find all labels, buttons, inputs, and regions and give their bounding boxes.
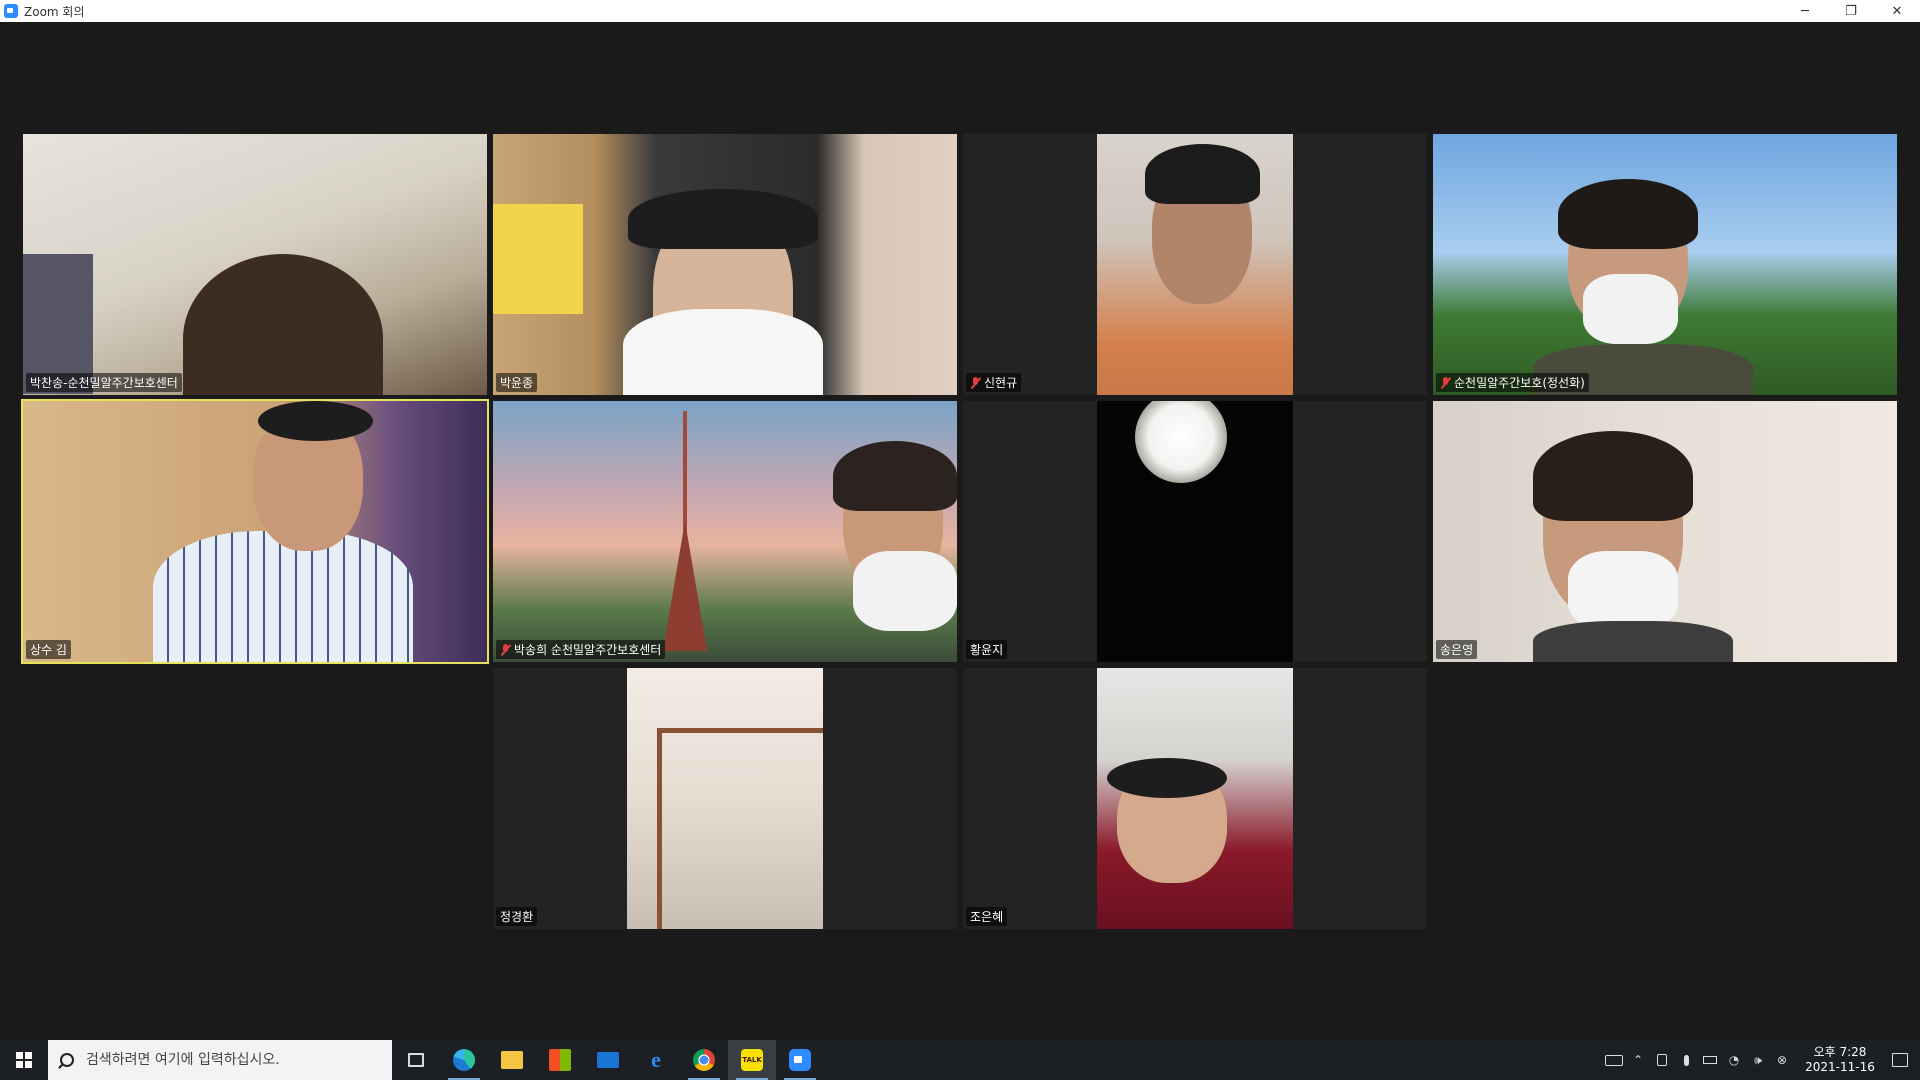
zoom-icon — [789, 1049, 811, 1071]
kakaotalk-button[interactable]: TALK — [728, 1040, 776, 1080]
participant-tile[interactable]: 박찬송-순천밀알주간보호센터 — [23, 134, 487, 395]
windows-taskbar: e TALK ⌃ ◔ 🕪 ⊗ 오후 7:28 2021-11-16 — [0, 1040, 1920, 1080]
chrome-icon — [693, 1049, 715, 1071]
participant-video — [23, 401, 487, 662]
disconnect-icon[interactable]: ⊗ — [1770, 1040, 1794, 1080]
minimize-button[interactable]: ─ — [1782, 0, 1828, 22]
internet-explorer-icon: e — [651, 1047, 661, 1072]
participant-tile[interactable]: 신현규 — [963, 134, 1427, 395]
participant-video — [1433, 401, 1897, 662]
participant-video — [493, 401, 957, 662]
search-input[interactable] — [86, 1052, 376, 1068]
restore-button[interactable]: ❐ — [1828, 0, 1874, 22]
wifi-icon[interactable]: ◔ — [1722, 1040, 1746, 1080]
participant-name-tag: 정경환 — [496, 907, 538, 926]
windows-logo-icon — [16, 1052, 32, 1068]
participant-name-tag: 순천밀알주간보호(정선화) — [1436, 373, 1589, 392]
keyboard-icon[interactable] — [1602, 1040, 1626, 1080]
window-titlebar: Zoom 회의 ─ ❐ ✕ — [0, 0, 1920, 22]
participant-tile[interactable]: 박송희 순천밀알주간보호센터 — [493, 401, 957, 662]
zoom-taskbar-button[interactable] — [776, 1040, 824, 1080]
participant-name: 조은혜 — [970, 910, 1004, 924]
camera-icon[interactable] — [1650, 1040, 1674, 1080]
participant-name: 상수 김 — [30, 643, 67, 657]
mail-icon — [597, 1052, 619, 1068]
muted-mic-icon — [500, 643, 511, 656]
participant-tile[interactable]: 황윤지 — [963, 401, 1427, 662]
folder-icon — [501, 1051, 523, 1069]
microphone-icon[interactable] — [1674, 1040, 1698, 1080]
internet-explorer-button[interactable]: e — [632, 1040, 680, 1080]
participant-video — [23, 134, 487, 395]
kakaotalk-label: TALK — [742, 1056, 762, 1064]
start-button[interactable] — [0, 1040, 48, 1080]
system-tray: ⌃ ◔ 🕪 ⊗ 오후 7:28 2021-11-16 — [1602, 1040, 1920, 1080]
edge-icon — [453, 1049, 475, 1071]
task-view-icon — [408, 1053, 424, 1067]
zoom-app-icon — [4, 4, 18, 18]
participant-tile[interactable]: 송은영 — [1433, 401, 1897, 662]
participant-video — [1097, 668, 1293, 929]
edge-button[interactable] — [440, 1040, 488, 1080]
close-button[interactable]: ✕ — [1874, 0, 1920, 22]
clock-time: 오후 7:28 — [1813, 1045, 1867, 1059]
participant-name-tag: 황윤지 — [966, 640, 1008, 659]
participant-tile-active-speaker[interactable]: 상수 김 — [21, 399, 489, 664]
participant-name: 황윤지 — [970, 643, 1004, 657]
participant-name: 정경환 — [500, 910, 534, 924]
participant-tile[interactable]: 박윤종 — [493, 134, 957, 395]
participant-name-tag: 박윤종 — [496, 373, 538, 392]
participant-video — [493, 134, 957, 395]
file-explorer-button[interactable] — [488, 1040, 536, 1080]
participant-name-tag: 송은영 — [1436, 640, 1478, 659]
participant-video — [1097, 401, 1293, 662]
store-icon — [549, 1049, 571, 1071]
taskbar-search[interactable] — [48, 1040, 392, 1080]
taskbar-clock[interactable]: 오후 7:28 2021-11-16 — [1800, 1045, 1880, 1075]
store-button[interactable] — [536, 1040, 584, 1080]
participant-name: 박찬송-순천밀알주간보호센터 — [30, 376, 178, 390]
battery-icon[interactable] — [1698, 1040, 1722, 1080]
participant-video — [627, 668, 823, 929]
gallery-view: 박찬송-순천밀알주간보호센터 박윤종 신현규 순천밀알주간보호(정선화) 상수 … — [0, 22, 1920, 1040]
participant-tile[interactable]: 정경환 — [493, 668, 957, 929]
notification-center-button[interactable] — [1880, 1040, 1920, 1080]
participant-name: 박송희 순천밀알주간보호센터 — [514, 643, 662, 657]
window-controls: ─ ❐ ✕ — [1782, 0, 1920, 22]
mail-button[interactable] — [584, 1040, 632, 1080]
participant-video — [1433, 134, 1897, 395]
participant-name-tag: 상수 김 — [26, 640, 71, 659]
participant-name: 박윤종 — [500, 376, 534, 390]
participant-tile[interactable]: 조은혜 — [963, 668, 1427, 929]
participant-name-tag: 박송희 순천밀알주간보호센터 — [496, 640, 666, 659]
clock-date: 2021-11-16 — [1805, 1060, 1875, 1074]
participant-name-tag: 신현규 — [966, 373, 1022, 392]
muted-mic-icon — [970, 376, 981, 389]
kakaotalk-icon: TALK — [741, 1049, 763, 1071]
participant-tile[interactable]: 순천밀알주간보호(정선화) — [1433, 134, 1897, 395]
task-view-button[interactable] — [392, 1040, 440, 1080]
participant-video — [1097, 134, 1293, 395]
participant-name-tag: 조은혜 — [966, 907, 1008, 926]
search-icon — [60, 1053, 74, 1067]
participant-name: 신현규 — [984, 376, 1018, 390]
muted-mic-icon — [1440, 376, 1451, 389]
participant-name-tag: 박찬송-순천밀알주간보호센터 — [26, 373, 182, 392]
notification-icon — [1892, 1053, 1908, 1067]
participant-name: 순천밀알주간보호(정선화) — [1454, 376, 1585, 390]
chrome-button[interactable] — [680, 1040, 728, 1080]
window-title: Zoom 회의 — [24, 4, 85, 19]
participant-name: 송은영 — [1440, 643, 1474, 657]
chevron-up-icon[interactable]: ⌃ — [1626, 1040, 1650, 1080]
volume-icon[interactable]: 🕪 — [1746, 1040, 1770, 1080]
